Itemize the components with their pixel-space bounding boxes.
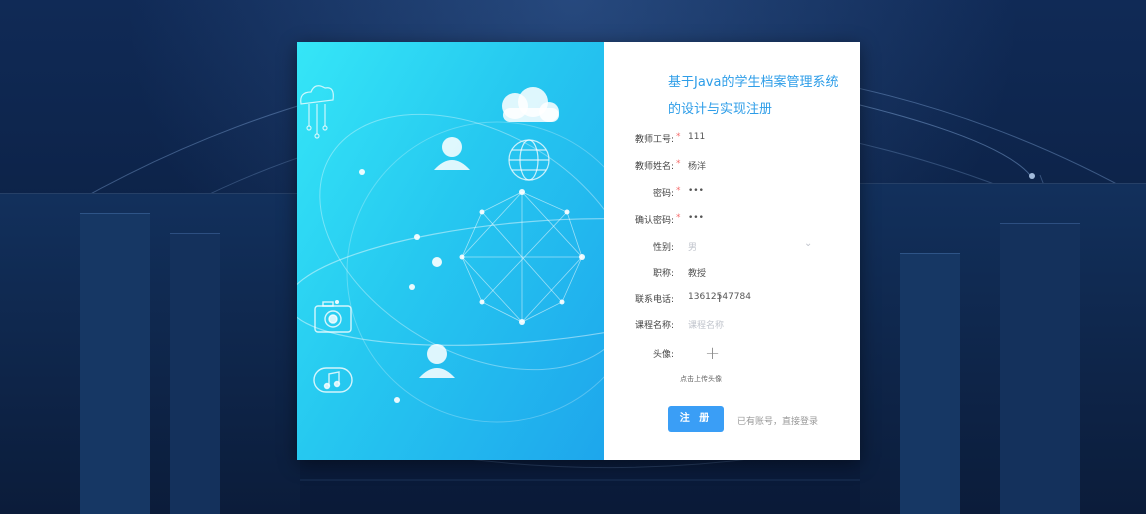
building — [170, 233, 220, 514]
form-row-teacher-name: 教师姓名: * 杨洋 — [604, 157, 860, 175]
confirm-password-input[interactable]: ••• — [688, 213, 704, 223]
page-title-line2: 的设计与实现注册 — [668, 102, 773, 117]
job-title-label: 职称: — [652, 269, 674, 279]
course-label: 课程名称: — [634, 321, 674, 331]
course-input[interactable]: 课程名称 — [688, 318, 724, 331]
user-icon — [434, 137, 470, 170]
register-form: 基于Java的学生档案管理系统 的设计与实现注册 教师工号: * 111 教师姓… — [604, 42, 860, 460]
form-row-course: 课程名称: 课程名称 — [604, 316, 860, 334]
camera-icon — [314, 301, 352, 333]
required-mark: * — [676, 159, 681, 169]
form-row-phone: 联系电话: 13612547784 I — [604, 290, 860, 308]
required-mark: * — [676, 132, 681, 142]
gender-select[interactable]: 男 — [688, 240, 697, 253]
music-icon — [313, 367, 353, 393]
form-row-gender: 性别: 男 ⌄ — [604, 238, 860, 256]
icon-layer — [300, 85, 559, 393]
chevron-down-icon[interactable]: ⌄ — [804, 238, 812, 249]
register-card: 基于Java的学生档案管理系统 的设计与实现注册 教师工号: * 111 教师姓… — [297, 42, 860, 460]
avatar-label: 头像: — [652, 350, 674, 360]
form-row-teacher-id: 教师工号: * 111 — [604, 130, 860, 148]
globe-icon — [508, 139, 550, 181]
upload-plus-icon[interactable]: + — [705, 343, 720, 364]
teacher-name-label: 教师姓名: — [634, 162, 674, 172]
required-mark: * — [676, 186, 681, 196]
form-row-password: 密码: * ••• — [604, 184, 860, 202]
confirm-password-label: 确认密码: — [634, 216, 674, 226]
teacher-name-input[interactable]: 杨洋 — [688, 159, 706, 172]
form-row-confirm-password: 确认密码: * ••• — [604, 211, 860, 229]
password-label: 密码: — [652, 189, 674, 199]
building — [900, 253, 960, 514]
text-cursor-icon: I — [718, 292, 722, 305]
password-input[interactable]: ••• — [688, 186, 704, 196]
gender-label: 性别: — [652, 243, 674, 253]
illustration-panel — [297, 42, 604, 460]
register-button[interactable]: 注 册 — [668, 406, 724, 432]
phone-label: 联系电话: — [634, 295, 674, 305]
teacher-id-input[interactable]: 111 — [688, 132, 705, 142]
building — [1000, 223, 1080, 514]
cloud-icon — [502, 87, 559, 122]
building — [80, 213, 150, 514]
job-title-input[interactable]: 教授 — [688, 266, 706, 279]
cloud-network-icon — [300, 85, 334, 139]
login-link[interactable]: 已有账号，直接登录 — [737, 414, 818, 427]
form-row-avatar: 头像: + — [604, 343, 860, 364]
required-mark: * — [676, 213, 681, 223]
form-row-title: 职称: 教授 — [604, 264, 860, 282]
city-skyline-left — [0, 193, 300, 514]
upload-avatar-tip[interactable]: 点击上传头像 — [680, 374, 722, 384]
page-title-line1: 基于Java的学生档案管理系统 — [668, 75, 839, 90]
user-icon — [419, 344, 455, 378]
teacher-id-label: 教师工号: — [634, 135, 674, 145]
